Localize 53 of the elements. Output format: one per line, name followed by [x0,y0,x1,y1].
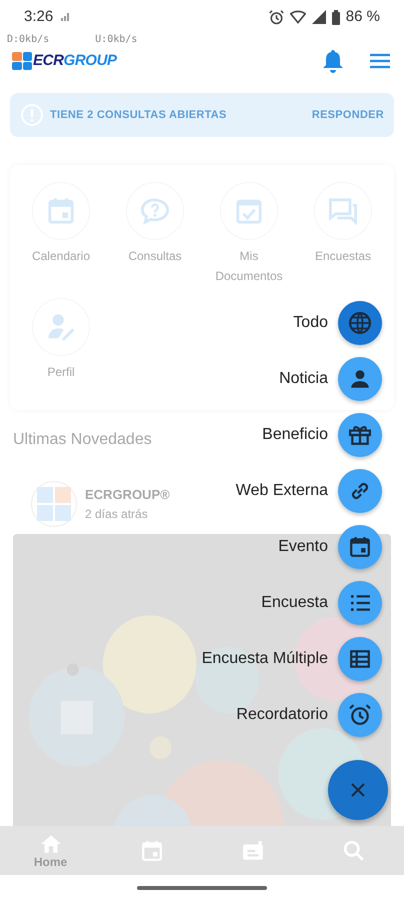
cell-signal-icon [312,10,326,24]
search-icon [342,840,364,862]
person-icon [349,368,371,390]
menu-icon[interactable] [370,53,390,69]
calendar-check-icon [235,197,263,225]
battery-icon [332,10,340,24]
alert-message: TIENE 2 CONSULTAS ABIERTAS [50,108,228,123]
shortcut-label: Mis Documentos [214,248,284,285]
speed-dial-label: Encuesta Múltiple [202,649,328,669]
speed-dial-label: Noticia [279,369,328,389]
speed-dial-button[interactable] [338,469,382,513]
bell-icon[interactable] [322,49,344,73]
newspaper-icon [242,840,264,862]
alarm-icon [268,10,284,24]
shortcut-label: Perfil [46,364,76,381]
section-title: Ultimas Novedades [13,430,152,450]
company-logo: ECRGROUP [12,50,117,72]
shortcut-label: Consultas [127,248,183,265]
speed-dial-label: Beneficio [262,425,328,445]
question-bubble-icon [141,197,169,225]
calendar-icon [47,197,75,225]
wifi-icon [290,10,306,24]
shortcut-label: Encuestas [314,248,372,265]
speed-dial-label: Web Externa [236,481,328,501]
speed-dial-label: Evento [278,537,328,557]
avatar-logo-icon [31,481,77,527]
signal-icon [61,13,72,21]
person-edit-icon [47,313,75,341]
speed-dial-label: Encuesta [261,593,328,613]
speed-dial-label: Todo [293,313,328,333]
table-icon [349,648,371,670]
home-icon [40,832,62,854]
close-icon [350,782,366,798]
chat-icon [329,197,357,225]
post-time: 2 días atrás [85,506,149,523]
calendar-icon [349,536,371,558]
battery-percent: 86 % [346,6,380,27]
list-icon [349,592,371,614]
speed-dial-label: Recordatorio [236,705,328,725]
warning-icon [20,103,44,127]
gift-icon [349,424,371,446]
speed-dial-button[interactable] [338,413,382,457]
globe-icon [349,312,371,334]
calendar-icon [140,840,162,862]
nav-tab[interactable]: Home [0,826,101,875]
shortcut-label: Calendario [30,248,92,265]
network-speed: U:0kb/s [95,34,138,46]
clock-time: 3:26 [24,6,54,27]
network-speed: D:0kb/s [7,34,50,46]
alarm-clock-icon [349,704,371,726]
post-author: ECRGROUP® [85,486,170,504]
link-icon [349,480,371,502]
respond-button[interactable]: RESPONDER [312,106,384,124]
